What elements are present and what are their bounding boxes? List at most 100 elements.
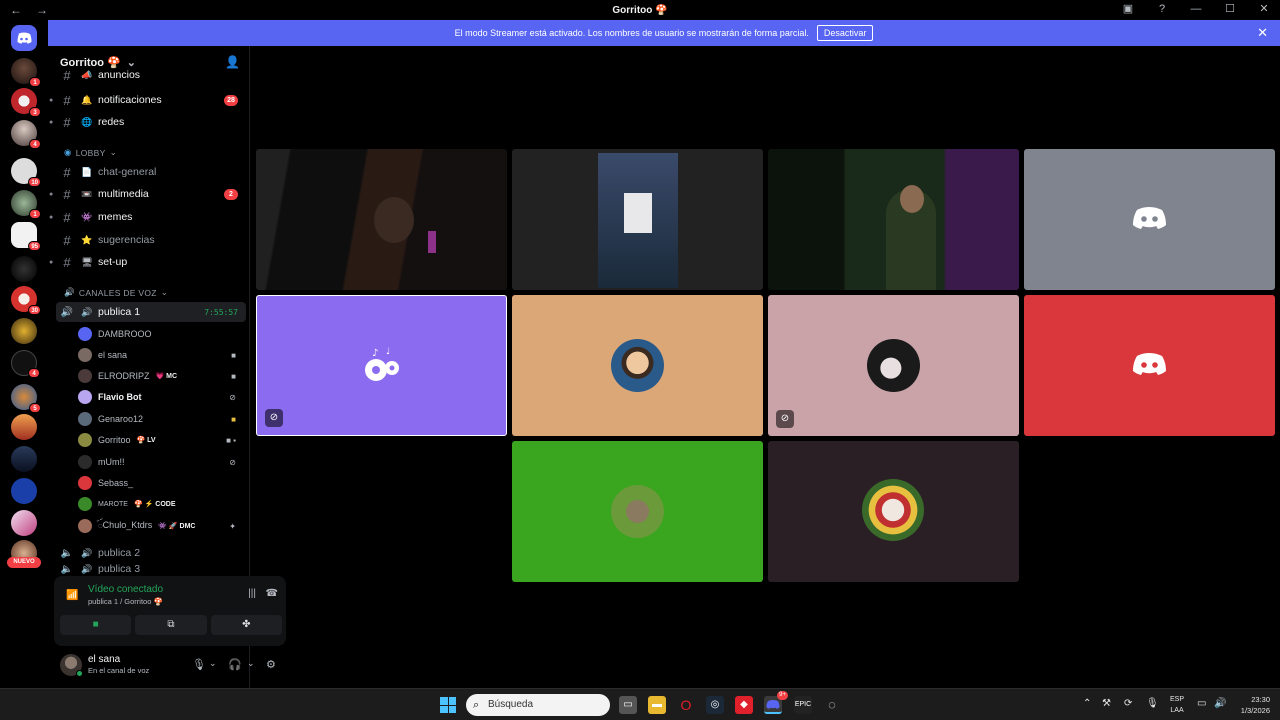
- voice-user[interactable]: el sana ■: [78, 345, 244, 365]
- server-icon[interactable]: 4: [11, 350, 40, 378]
- voice-user[interactable]: ELRODRIPZ 💗 MC ■: [78, 366, 244, 386]
- category-lobby[interactable]: ◉ LOBBY ⌄: [64, 147, 117, 158]
- discord-logo-icon: [1133, 207, 1166, 229]
- screen-share-button[interactable]: ⧉: [135, 615, 207, 635]
- close-window-icon[interactable]: ✕: [1256, 2, 1272, 15]
- steam-icon[interactable]: ◎: [706, 696, 724, 714]
- channel-sugerencias[interactable]: # ⭐ sugerencias: [56, 230, 246, 250]
- channel-memes[interactable]: ● # 👾 memes: [49, 207, 246, 227]
- tray-app-icon[interactable]: ⚒: [1102, 698, 1111, 709]
- game-app-icon[interactable]: ◆: [735, 696, 753, 714]
- voice-user[interactable]: DAMBROOO: [78, 324, 244, 344]
- streamer-mode-banner: El modo Streamer está activado. Los nomb…: [48, 20, 1280, 46]
- signal-icon[interactable]: 📶: [66, 590, 78, 601]
- volume-icon[interactable]: 🔊: [1214, 698, 1226, 709]
- video-tile[interactable]: [768, 441, 1019, 582]
- server-icon[interactable]: 1: [11, 58, 41, 87]
- channel-chat-general[interactable]: # 📄 chat-general: [56, 162, 246, 182]
- minimize-icon[interactable]: —: [1188, 3, 1204, 15]
- voice-user[interactable]: Flavio Bot ⊘: [78, 387, 244, 407]
- windows-start-icon[interactable]: [440, 697, 456, 713]
- server-icon[interactable]: [11, 478, 37, 504]
- disconnect-icon[interactable]: ☎: [266, 588, 278, 599]
- forward-arrow-icon[interactable]: →: [36, 3, 48, 17]
- user-name[interactable]: el sana: [88, 654, 120, 665]
- server-icon[interactable]: [11, 256, 37, 282]
- voice-user[interactable]: Gorritoo 🍄 LV ■ ▪: [78, 430, 244, 450]
- sync-icon[interactable]: ⟳: [1124, 698, 1132, 709]
- video-tile[interactable]: [512, 441, 763, 582]
- voice-user[interactable]: ꪾChulo_Ktdrs 👾 🚀 DMC ✦: [78, 516, 244, 536]
- channel-multimedia[interactable]: ● # 📼 multimedia 2: [49, 184, 246, 204]
- voice-channel-publica-3[interactable]: 🔈 🔊 publica 3: [56, 564, 246, 574]
- epic-games-icon[interactable]: EPIC: [794, 696, 812, 714]
- camera-button[interactable]: ■: [60, 615, 132, 635]
- voice-location[interactable]: publica 1 / Gorritoo 🍄: [88, 597, 163, 606]
- server-icon[interactable]: 30: [11, 286, 41, 315]
- voice-status[interactable]: Vídeo conectado: [88, 584, 163, 595]
- server-icon[interactable]: 4: [11, 120, 41, 149]
- microphone-tray-icon[interactable]: 🎙: [1146, 698, 1159, 709]
- back-arrow-icon[interactable]: ←: [10, 3, 22, 17]
- noise-suppression-icon[interactable]: |||: [248, 588, 256, 599]
- channel-redes[interactable]: ● # 🌐 redes: [49, 112, 246, 132]
- badge: 95: [28, 241, 41, 251]
- video-tile[interactable]: [256, 149, 507, 290]
- video-tile[interactable]: [768, 149, 1019, 290]
- mention-count: 2: [224, 188, 238, 200]
- app-icon[interactable]: ◌: [823, 696, 841, 714]
- user-avatar[interactable]: [60, 654, 83, 677]
- server-icon[interactable]: 95: [11, 222, 41, 251]
- activities-button[interactable]: ✤: [210, 615, 282, 635]
- video-tile[interactable]: [512, 149, 763, 290]
- video-tile[interactable]: [1024, 295, 1275, 436]
- voice-user[interactable]: MAROTE 🍄 ⚡ CODE: [78, 494, 244, 514]
- channel-notificaciones[interactable]: ● # 🔔 notificaciones 28: [49, 90, 246, 110]
- mention-count: 28: [224, 94, 238, 106]
- video-tile[interactable]: [1024, 149, 1275, 290]
- taskbar-search[interactable]: ⌕ Búsqueda: [466, 694, 610, 716]
- voice-user[interactable]: mUm!! ⊘: [78, 452, 244, 472]
- invite-people-icon[interactable]: 👤: [225, 55, 240, 69]
- network-icon[interactable]: ▭: [1197, 698, 1206, 709]
- channel-anuncios[interactable]: # 📣 anuncios: [56, 70, 246, 80]
- server-icon[interactable]: 3: [11, 88, 41, 117]
- microphone-icon[interactable]: 🎙: [192, 658, 206, 671]
- language-indicator[interactable]: ESP LAA: [1170, 694, 1184, 716]
- gear-icon[interactable]: ⚙: [266, 658, 276, 671]
- voice-user[interactable]: Sebass_: [78, 473, 244, 493]
- server-icon[interactable]: [11, 446, 37, 472]
- opera-icon[interactable]: O: [677, 696, 695, 714]
- chevron-down-icon[interactable]: ⌄: [209, 658, 217, 669]
- category-voice[interactable]: 🔊 CANALES DE VOZ ⌄: [64, 287, 168, 298]
- help-icon[interactable]: ?: [1154, 3, 1170, 15]
- windows-taskbar: ⌕ Búsqueda ▭ ▬ O ◎ ◆ 9+ EPIC ◌ ⌃ ⚒ ⟳ 🎙 E…: [0, 688, 1280, 720]
- server-icon[interactable]: 5: [11, 384, 41, 413]
- server-icon[interactable]: [11, 318, 37, 344]
- server-icon[interactable]: 1: [11, 190, 41, 219]
- discord-taskbar-icon[interactable]: 9+: [764, 691, 788, 714]
- server-icon[interactable]: [11, 414, 37, 440]
- video-tile-speaking[interactable]: ♪ ♩ ⊘: [256, 295, 507, 436]
- inbox-icon[interactable]: ▣: [1120, 2, 1136, 15]
- maximize-icon[interactable]: ☐: [1222, 2, 1238, 15]
- close-banner-icon[interactable]: ✕: [1257, 25, 1268, 41]
- system-clock[interactable]: 23:30 1/3/2026: [1228, 694, 1270, 716]
- voice-user[interactable]: Genaroo12 ■: [78, 409, 244, 429]
- server-icon[interactable]: [11, 510, 37, 536]
- direct-messages-icon[interactable]: [11, 25, 37, 51]
- chevron-down-icon[interactable]: ⌄: [247, 658, 255, 669]
- voice-channel-publica-1[interactable]: 🔊 🔊 publica 1 7:55:57: [56, 302, 246, 322]
- server-icon[interactable]: 10: [11, 158, 41, 187]
- task-view-icon[interactable]: ▭: [619, 696, 637, 714]
- file-explorer-icon[interactable]: ▬: [648, 696, 666, 714]
- headphones-icon[interactable]: 🎧: [228, 658, 242, 671]
- video-tile[interactable]: [512, 295, 763, 436]
- disable-streamer-button[interactable]: Desactivar: [816, 25, 874, 41]
- chevron-up-icon[interactable]: ⌃: [1083, 698, 1091, 709]
- avatar: [611, 485, 664, 538]
- video-tile[interactable]: ⊘: [768, 295, 1019, 436]
- channel-set-up[interactable]: ● # 🖥 set-up: [49, 252, 246, 272]
- voice-channel-publica-2[interactable]: 🔈 🔊 publica 2: [56, 543, 246, 563]
- time: 23:30: [1251, 695, 1270, 704]
